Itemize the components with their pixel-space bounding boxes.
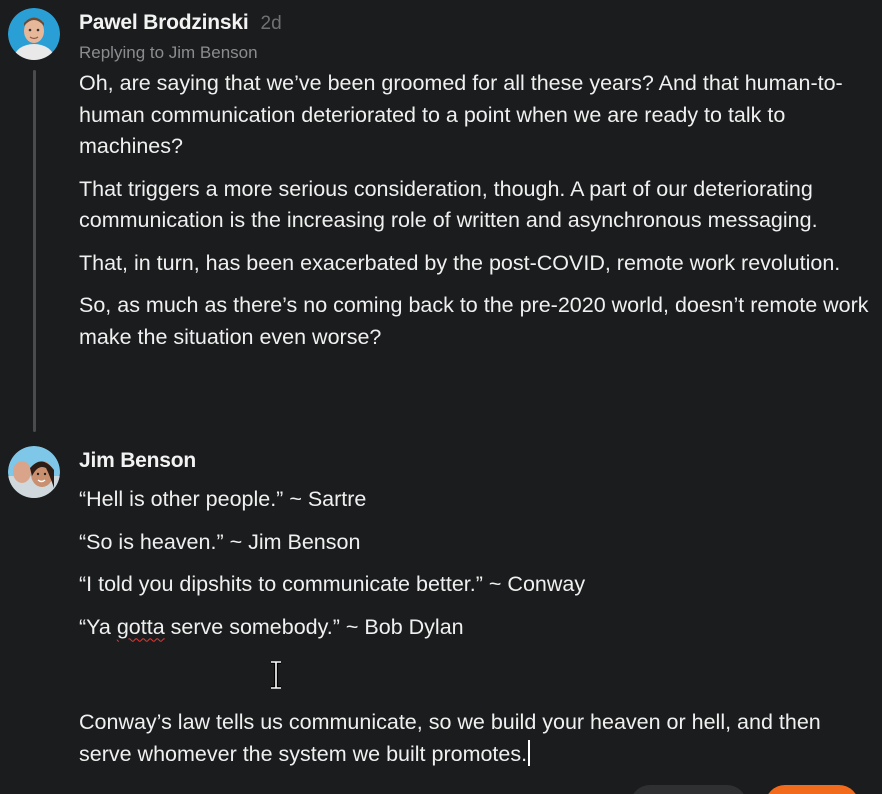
editor-line: “So is heaven.” ~ Jim Benson <box>79 529 361 554</box>
editor-line: Conway’s law tells us communicate, so we… <box>79 707 869 770</box>
editor-line: “Ya gotta serve somebody.” ~ Bob Dylan <box>79 612 869 644</box>
misspelled-word[interactable]: gotta <box>117 615 165 639</box>
comment-paragraph: So, as much as there’s no coming back to… <box>79 293 869 349</box>
editor-text: “Ya <box>79 614 117 639</box>
editor-text: serve somebody.” ~ Bob Dylan <box>164 614 464 639</box>
empty-line <box>79 654 869 707</box>
comment-paragraph: Oh, are saying that we’ve been groomed f… <box>79 71 843 158</box>
comment-body: Oh, are saying that we’ve been groomed f… <box>79 68 869 364</box>
comment-paragraph: That, in turn, has been exacerbated by t… <box>79 250 841 275</box>
text-caret <box>528 739 531 766</box>
editor-text: Conway’s law tells us communicate, so we… <box>79 710 821 766</box>
timestamp[interactable]: 2d <box>261 13 282 35</box>
avatar[interactable] <box>8 8 60 60</box>
i-beam-cursor-icon <box>271 661 281 689</box>
comment-thread: Pawel Brodzinski 2d Replying to Jim Bens… <box>0 0 882 794</box>
cancel-button[interactable] <box>630 785 747 794</box>
author-name[interactable]: Jim Benson <box>79 449 196 473</box>
reply-editor[interactable]: “Hell is other people.” ~ Sartre “So is … <box>79 484 869 781</box>
editor-line: “Hell is other people.” ~ Sartre <box>79 487 367 511</box>
comment-button[interactable] <box>765 785 859 794</box>
thread-line <box>33 70 36 432</box>
editor-line: “I told you dipshits to communicate bett… <box>79 572 586 596</box>
comment-header: Jim Benson <box>79 449 196 473</box>
comment-paragraph: That triggers a more serious considerati… <box>79 176 818 233</box>
comment-header: Pawel Brodzinski 2d <box>79 11 282 35</box>
avatar[interactable] <box>8 446 60 498</box>
author-name[interactable]: Pawel Brodzinski <box>79 11 249 35</box>
replying-to-label: Replying to Jim Benson <box>79 43 258 62</box>
